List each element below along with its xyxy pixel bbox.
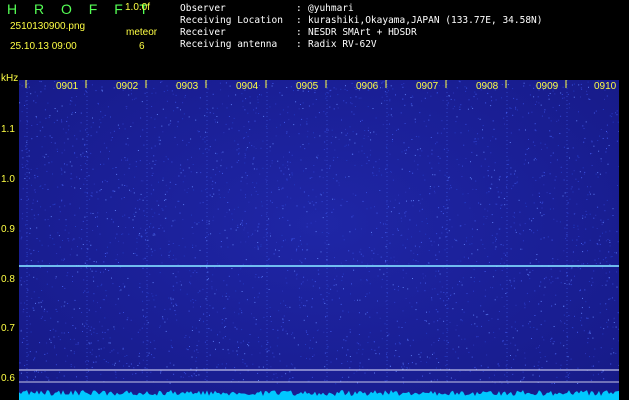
noise-floor-trace [19,390,619,400]
info-sep: : [296,39,302,50]
time-label: 0906 [356,81,379,92]
image-filename: 2510130900.png [10,21,86,32]
time-label: 0908 [476,81,499,92]
y-tick-label: 0.8 [1,274,15,285]
info-observer-value: @yuhmari [308,3,354,14]
time-label: 0910 [594,81,617,92]
time-label: 0905 [296,81,319,92]
time-label: 0907 [416,81,439,92]
spectrogram-canvas [19,80,619,400]
info-observer-key: Observer [180,3,226,14]
y-tick-label: 0.9 [1,224,15,235]
spectrogram-plot [19,80,619,400]
time-label: 0904 [236,81,259,92]
info-antenna-value: Radix RV-62V [308,39,377,50]
info-receiver-value: NESDR SMArt + HDSDR [308,27,417,38]
time-label: 0902 [116,81,139,92]
info-sep: : [296,15,302,26]
info-location-key: Receiving Location [180,15,283,26]
info-sep: : [296,3,302,14]
y-tick-label: 1.0 [1,174,15,185]
time-label: 0903 [176,81,199,92]
info-antenna-key: Receiving antenna [180,39,278,50]
y-tick-label: 1.1 [1,124,15,135]
info-location-value: kurashiki,Okayama,JAPAN (133.77E, 34.58N… [308,15,543,26]
meteor-label: meteor [126,27,158,38]
y-tick-label: 0.6 [1,373,15,384]
y-tick-label: 0.7 [1,323,15,334]
meteor-count: 6 [139,41,145,52]
info-sep: : [296,27,302,38]
time-label: 0901 [56,81,79,92]
frequency-unit-label: kHz [1,73,19,84]
time-label: 0909 [536,81,559,92]
info-receiver-key: Receiver [180,27,226,38]
noise-speckle [19,80,619,385]
app-version: 1.0.0f [125,2,151,13]
header-panel: H R O F F T 1.0.0f 2510130900.png 25.10.… [0,0,629,80]
capture-datetime: 25.10.13 09:00 [10,41,77,52]
